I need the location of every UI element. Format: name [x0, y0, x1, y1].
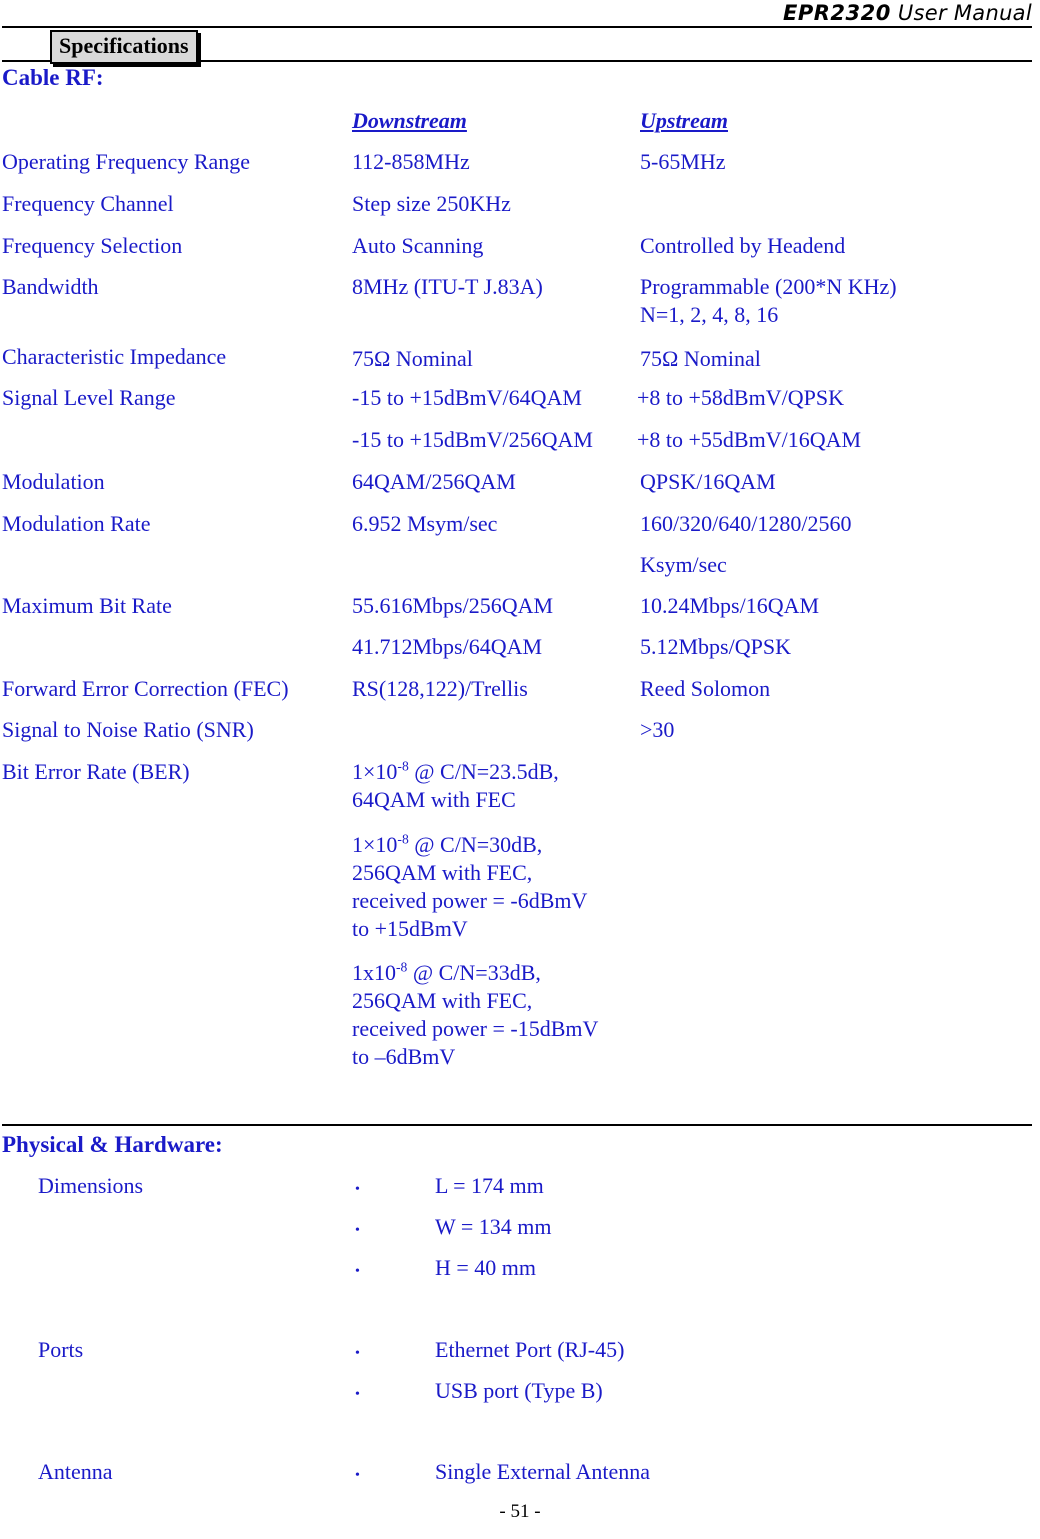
spec-upstream: Ksym/sec [640, 552, 727, 577]
ber-prefix: 1×10 [352, 759, 398, 784]
spec-downstream: 55.616Mbps/256QAM [352, 593, 554, 618]
spec-downstream: Auto Scanning [352, 233, 484, 258]
spec-downstream: 41.712Mbps/64QAM [352, 634, 543, 659]
spec-bullet-item: W = 134 mm [435, 1214, 552, 1239]
bullet-icon [355, 1377, 365, 1409]
spec-label: Antenna [38, 1459, 113, 1484]
spec-label: Ports [38, 1337, 84, 1362]
spec-label: Signal Level Range [2, 385, 176, 410]
spec-upstream: 75Ω Nominal [640, 346, 761, 371]
spec-upstream: >30 [640, 717, 675, 742]
spec-upstream: Controlled by Headend [640, 233, 846, 258]
header-model: EPR2320 [783, 1, 891, 25]
spec-label: Modulation [2, 469, 105, 494]
ber-exponent: -8 [397, 831, 409, 847]
spec-label: Operating Frequency Range [2, 149, 251, 174]
spec-label: Forward Error Correction (FEC) [2, 676, 289, 701]
spec-label: Frequency Channel [2, 191, 174, 216]
spec-bullet-item: L = 174 mm [435, 1173, 544, 1198]
document-page: EPR2320 User Manual Specifications Cable… [0, 0, 1040, 1539]
spec-downstream: 75Ω Nominal [352, 346, 473, 371]
spec-upstream: 5-65MHz [640, 149, 726, 174]
column-header-upstream: Upstream [640, 108, 728, 133]
column-header-downstream: Downstream [352, 108, 467, 133]
spec-downstream: -15 to +15dBmV/64QAM [352, 385, 582, 410]
spec-downstream: RS(128,122)/Trellis [352, 676, 528, 701]
ber-block-1: 1×10-8 @ C/N=23.5dB, 64QAM with FEC [352, 758, 559, 814]
ber-block-2: 1×10-8 @ C/N=30dB, 256QAM with FEC, rece… [352, 831, 587, 943]
section-heading-cable-rf: Cable RF: [2, 65, 104, 90]
ber-block-3: 1x10-8 @ C/N=33dB, 256QAM with FEC, rece… [352, 959, 598, 1071]
bullet-icon [355, 1172, 365, 1204]
spec-bullet-item: H = 40 mm [435, 1255, 537, 1280]
section-heading-physical-hardware: Physical & Hardware: [2, 1132, 223, 1157]
header-rule-top [2, 26, 1032, 28]
spec-upstream: 160/320/640/1280/2560 [640, 511, 852, 536]
ber-prefix: 1×10 [352, 832, 398, 857]
spec-downstream: 6.952 Msym/sec [352, 511, 498, 536]
spec-upstream: QPSK/16QAM [640, 469, 776, 494]
spec-label: Dimensions [38, 1173, 144, 1198]
spec-label: Frequency Selection [2, 233, 183, 258]
spec-label: Modulation Rate [2, 511, 151, 536]
section-divider-rule [2, 1124, 1032, 1126]
spec-label: Signal to Noise Ratio (SNR) [2, 717, 254, 742]
specifications-chip: Specifications [50, 30, 198, 64]
spec-upstream: Reed Solomon [640, 676, 771, 701]
spec-upstream: +8 to +55dBmV/16QAM [637, 427, 862, 452]
spec-label: Bit Error Rate (BER) [2, 759, 190, 784]
spec-downstream: 8MHz (ITU-T J.83A) [352, 274, 543, 299]
ber-prefix: 1x10 [352, 960, 396, 985]
header-subtitle: User Manual [890, 1, 1032, 25]
spec-downstream: 112-858MHz [352, 149, 470, 174]
spec-upstream: +8 to +58dBmV/QPSK [637, 385, 844, 410]
bullet-icon [355, 1254, 365, 1286]
spec-downstream: -15 to +15dBmV/256QAM [352, 427, 593, 452]
spec-upstream: 5.12Mbps/QPSK [640, 634, 791, 659]
spec-upstream: 10.24Mbps/16QAM [640, 593, 820, 618]
spec-upstream: Programmable (200*N KHz) N=1, 2, 4, 8, 1… [640, 274, 897, 327]
running-header: EPR2320 User Manual [783, 0, 1032, 26]
spec-bullet-item: Single External Antenna [435, 1459, 651, 1484]
ber-exponent: -8 [397, 758, 409, 774]
spec-label: Characteristic Impedance [2, 344, 227, 369]
ber-exponent: -8 [396, 959, 408, 975]
bullet-icon [355, 1213, 365, 1245]
spec-downstream: Step size 250KHz [352, 191, 511, 216]
spec-label: Bandwidth [2, 274, 99, 299]
page-number: - 51 - [499, 1501, 541, 1522]
bullet-icon [355, 1458, 365, 1490]
bullet-icon [355, 1336, 365, 1368]
spec-label: Maximum Bit Rate [2, 593, 172, 618]
spec-bullet-item: USB port (Type B) [435, 1378, 603, 1403]
spec-downstream: 64QAM/256QAM [352, 469, 516, 494]
spec-bullet-item: Ethernet Port (RJ-45) [435, 1337, 625, 1362]
